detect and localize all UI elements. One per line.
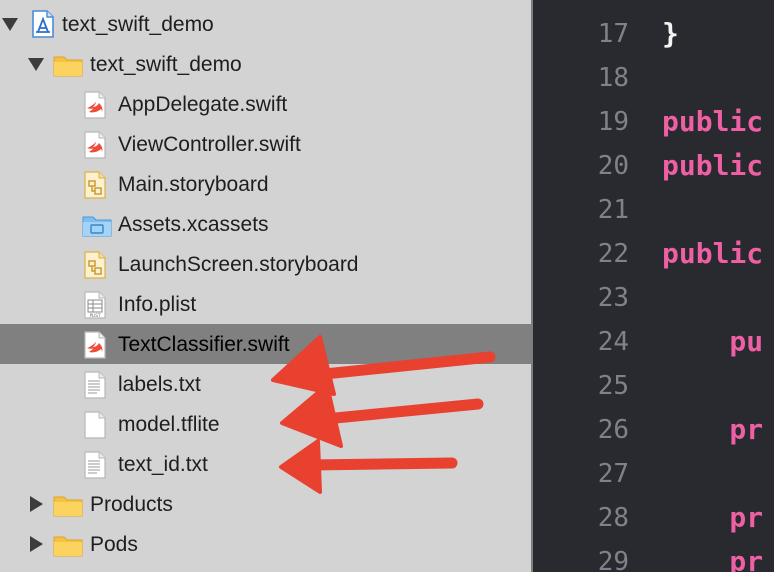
line-number: 28	[597, 503, 629, 533]
storyboard-file-icon	[82, 251, 108, 279]
code-text: public	[662, 149, 764, 182]
disclosure-expanded-icon[interactable]	[2, 18, 18, 31]
code-text: pr	[662, 545, 764, 572]
code-line: 18	[533, 56, 774, 100]
navigator-row-file[interactable]: labels.txt	[0, 364, 531, 404]
navigator-row-file[interactable]: model.tflite	[0, 404, 531, 444]
line-number: 23	[597, 283, 629, 313]
navigator-row-label: model.tflite	[118, 413, 220, 436]
storyboard-file-icon	[82, 171, 108, 199]
line-number: 18	[597, 63, 629, 93]
code-line: 28 pr	[533, 496, 774, 540]
code-text: pr	[662, 501, 764, 534]
folder-icon	[53, 53, 83, 77]
code-line: 19 public	[533, 100, 774, 144]
code-text: pr	[662, 413, 764, 446]
code-line: 17}	[533, 12, 774, 56]
source-editor[interactable]: 17} 18 19 public 20 public 21 22 public 23 24 pu 25…	[533, 0, 774, 572]
navigator-row-folder[interactable]: Products	[0, 484, 531, 524]
disclosure-expanded-icon[interactable]	[28, 58, 44, 71]
navigator-row-group[interactable]: text_swift_demo	[0, 44, 531, 84]
code-line: 29 pr	[533, 540, 774, 572]
navigator-row-label: TextClassifier.swift	[118, 333, 290, 356]
folder-icon	[53, 533, 83, 557]
code-line: 22 public	[533, 232, 774, 276]
line-number: 20	[597, 151, 629, 181]
code-line: 25	[533, 364, 774, 408]
navigator-row-label: Assets.xcassets	[118, 213, 269, 236]
line-number: 21	[597, 195, 629, 225]
folder-icon	[53, 493, 83, 517]
code-text: pu	[662, 325, 764, 358]
line-number: 24	[597, 327, 629, 357]
text-file-icon	[82, 451, 108, 479]
swift-file-icon	[82, 131, 108, 159]
navigator-row-folder[interactable]: Pods	[0, 524, 531, 564]
navigator-row-file[interactable]: text_id.txt	[0, 444, 531, 484]
navigator-row-file[interactable]: ViewController.swift	[0, 124, 531, 164]
text-file-icon	[82, 371, 108, 399]
navigator-row-label: text_swift_demo	[62, 13, 214, 36]
navigator-row-label: Products	[90, 493, 173, 516]
navigator-row-file[interactable]: Main.storyboard	[0, 164, 531, 204]
line-number: 27	[597, 459, 629, 489]
disclosure-collapsed-icon[interactable]	[30, 496, 43, 512]
xcode-project-icon	[30, 10, 56, 38]
code-line: 20 public	[533, 144, 774, 188]
line-number: 22	[597, 239, 629, 269]
navigator-row-label: Info.plist	[118, 293, 197, 316]
navigator-row-label: AppDelegate.swift	[118, 93, 288, 116]
navigator-row-label: text_swift_demo	[90, 53, 242, 76]
navigator-row-label: text_id.txt	[118, 453, 208, 476]
disclosure-collapsed-icon[interactable]	[30, 536, 43, 552]
line-number: 26	[597, 415, 629, 445]
line-number: 29	[597, 547, 629, 572]
code-line: 27	[533, 452, 774, 496]
line-number: 25	[597, 371, 629, 401]
navigator-row-file[interactable]: AppDelegate.swift	[0, 84, 531, 124]
navigator-row-file[interactable]: TextClassifier.swift	[0, 324, 531, 364]
navigator-row-label: labels.txt	[118, 373, 201, 396]
code-text: public	[662, 237, 764, 270]
code-line: 26 pr	[533, 408, 774, 452]
plist-file-icon: PLIST	[82, 291, 108, 319]
navigator-row-project[interactable]: text_swift_demo	[0, 4, 531, 44]
navigator-row-label: ViewController.swift	[118, 133, 301, 156]
swift-file-icon	[82, 331, 108, 359]
navigator-row-file[interactable]: PLIST Info.plist	[0, 284, 531, 324]
navigator-row-label: Pods	[90, 533, 138, 556]
code-line: 21	[533, 188, 774, 232]
blank-file-icon	[82, 411, 108, 439]
line-number: 17	[597, 19, 629, 49]
line-number: 19	[597, 107, 629, 137]
svg-text:PLIST: PLIST	[90, 313, 101, 318]
code-line: 24 pu	[533, 320, 774, 364]
code-line: 23	[533, 276, 774, 320]
project-navigator: text_swift_demo text_swift_demo AppDeleg…	[0, 0, 531, 572]
code-text: public	[662, 105, 764, 138]
navigator-row-file[interactable]: Assets.xcassets	[0, 204, 531, 244]
code-text: }	[662, 17, 679, 50]
swift-file-icon	[82, 91, 108, 119]
navigator-row-label: Main.storyboard	[118, 173, 269, 196]
navigator-row-label: LaunchScreen.storyboard	[118, 253, 359, 276]
asset-catalog-icon	[82, 213, 112, 237]
navigator-row-file[interactable]: LaunchScreen.storyboard	[0, 244, 531, 284]
